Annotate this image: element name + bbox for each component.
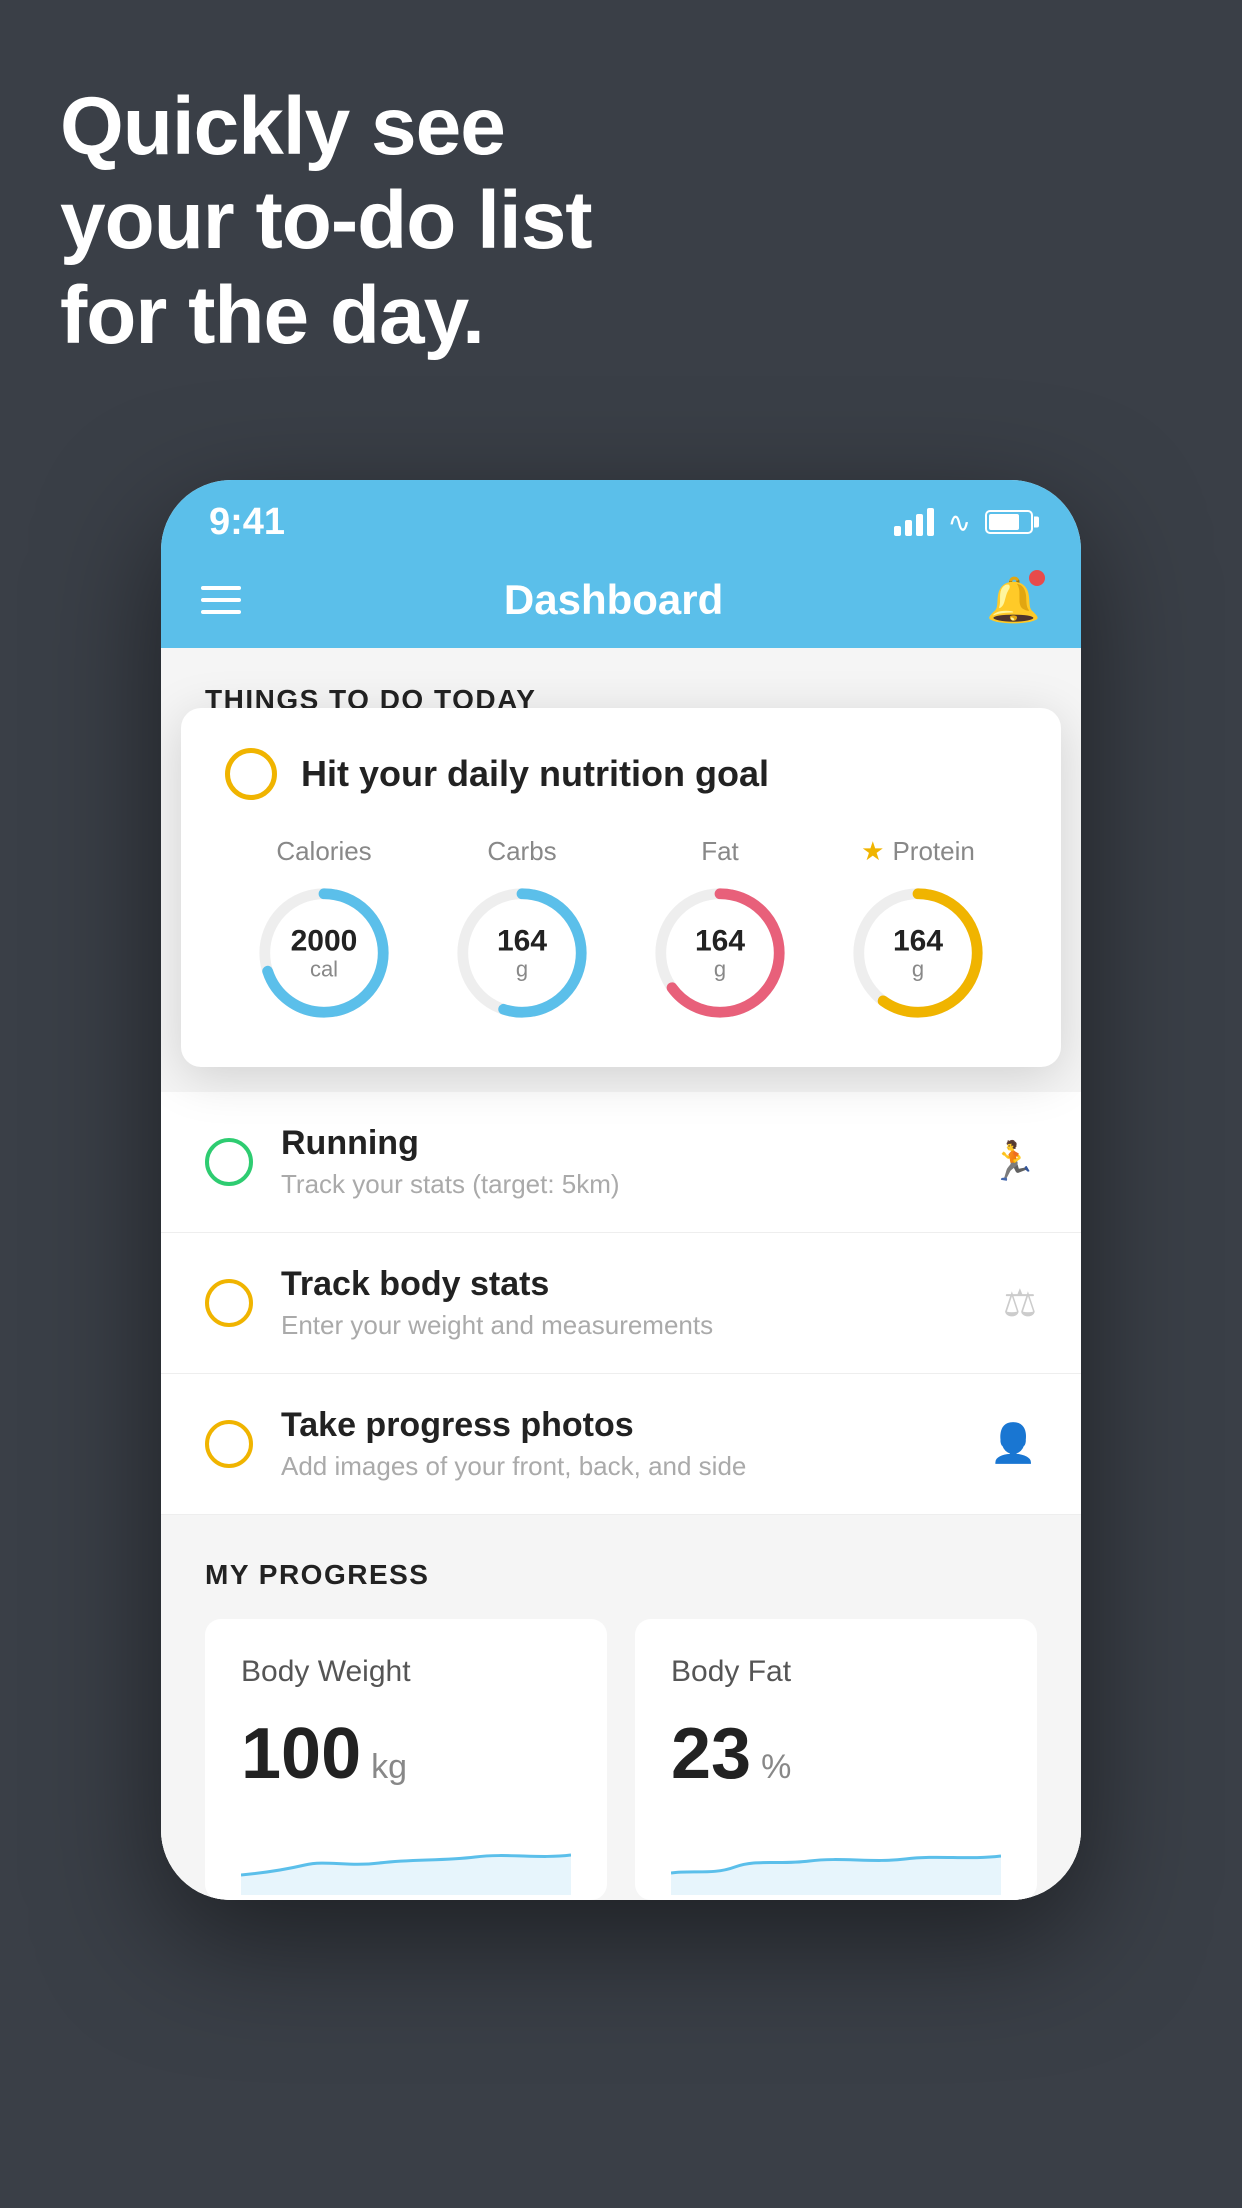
nutrition-card-header: Hit your daily nutrition goal — [225, 748, 1017, 800]
menu-button[interactable] — [201, 586, 241, 614]
nutrition-card-title: Hit your daily nutrition goal — [301, 753, 769, 795]
sparkline-chart — [671, 1815, 1001, 1895]
donut-value: 164 — [893, 924, 943, 957]
hero-line2: your to-do list — [60, 174, 592, 268]
todo-item-icon: ⚖ — [1003, 1281, 1037, 1326]
signal-icon — [894, 508, 934, 536]
status-bar: 9:41 ∿ — [161, 480, 1081, 552]
todo-item-subtitle: Enter your weight and measurements — [281, 1310, 975, 1341]
progress-card-unit: kg — [371, 1748, 407, 1787]
donut-value: 164 — [695, 924, 745, 957]
nav-bar: Dashboard 🔔 — [161, 552, 1081, 648]
macro-item: Fat 164 g — [650, 836, 790, 1023]
todo-text-wrap: Track body stats Enter your weight and m… — [281, 1265, 975, 1341]
macro-label: Fat — [701, 836, 739, 867]
donut-value: 2000 — [291, 924, 358, 957]
progress-card[interactable]: Body Fat 23 % — [635, 1619, 1037, 1900]
macro-item: Carbs 164 g — [452, 836, 592, 1023]
todo-text-wrap: Running Track your stats (target: 5km) — [281, 1124, 962, 1200]
phone-mockup: 9:41 ∿ Dashboard 🔔 — [161, 480, 1081, 1900]
macro-label: Carbs — [487, 836, 556, 867]
todo-check-circle[interactable] — [205, 1138, 253, 1186]
progress-card-number: 100 — [241, 1713, 361, 1795]
todo-item[interactable]: Take progress photos Add images of your … — [161, 1374, 1081, 1515]
macro-item: ★ Protein 164 g — [848, 836, 988, 1023]
hero-headline: Quickly see your to-do list for the day. — [60, 80, 592, 363]
progress-card-unit: % — [761, 1748, 791, 1787]
wifi-icon: ∿ — [948, 506, 971, 539]
todo-item-subtitle: Add images of your front, back, and side — [281, 1451, 962, 1482]
status-time: 9:41 — [209, 501, 285, 544]
sparkline-chart — [241, 1815, 571, 1895]
todo-item-icon: 🏃 — [990, 1140, 1037, 1184]
progress-cards: Body Weight 100 kg Body Fat 23 % — [205, 1619, 1037, 1900]
macros-row: Calories 2000 cal Carbs 164 g Fat — [225, 836, 1017, 1023]
macro-label: Calories — [276, 836, 371, 867]
donut-chart: 164 g — [452, 883, 592, 1023]
progress-section: MY PROGRESS Body Weight 100 kg Body Fat … — [161, 1515, 1081, 1900]
todo-item-title: Track body stats — [281, 1265, 975, 1304]
progress-card-title: Body Weight — [241, 1655, 571, 1689]
progress-card-number: 23 — [671, 1713, 751, 1795]
donut-value: 164 — [497, 924, 547, 957]
donut-unit: cal — [291, 957, 358, 981]
macro-label: Protein — [892, 836, 974, 867]
donut-unit: g — [695, 957, 745, 981]
hero-line3: for the day. — [60, 269, 592, 363]
notification-dot — [1029, 570, 1045, 586]
hero-line1: Quickly see — [60, 80, 592, 174]
todo-list: Running Track your stats (target: 5km) 🏃… — [161, 1092, 1081, 1515]
progress-title: MY PROGRESS — [205, 1559, 1037, 1591]
donut-chart: 164 g — [650, 883, 790, 1023]
progress-card-value-row: 23 % — [671, 1713, 1001, 1795]
donut-center: 2000 cal — [291, 924, 358, 981]
todo-item-title: Take progress photos — [281, 1406, 962, 1445]
sparkline-fill — [671, 1856, 1001, 1895]
progress-card-title: Body Fat — [671, 1655, 1001, 1689]
macro-item: Calories 2000 cal — [254, 836, 394, 1023]
donut-unit: g — [497, 957, 547, 981]
hamburger-line — [201, 586, 241, 590]
progress-card-value-row: 100 kg — [241, 1713, 571, 1795]
app-content: THINGS TO DO TODAY Hit your daily nutrit… — [161, 648, 1081, 1900]
donut-chart: 2000 cal — [254, 883, 394, 1023]
todo-item-title: Running — [281, 1124, 962, 1163]
nav-title: Dashboard — [504, 576, 723, 624]
status-icons: ∿ — [894, 506, 1033, 539]
hamburger-line — [201, 610, 241, 614]
todo-check-circle[interactable] — [205, 1279, 253, 1327]
notifications-button[interactable]: 🔔 — [986, 574, 1041, 626]
hamburger-line — [201, 598, 241, 602]
progress-card[interactable]: Body Weight 100 kg — [205, 1619, 607, 1900]
todo-item[interactable]: Track body stats Enter your weight and m… — [161, 1233, 1081, 1374]
donut-center: 164 g — [695, 924, 745, 981]
star-icon: ★ — [861, 836, 884, 867]
nutrition-card: Hit your daily nutrition goal Calories 2… — [181, 708, 1061, 1067]
todo-circle-nutrition[interactable] — [225, 748, 277, 800]
todo-text-wrap: Take progress photos Add images of your … — [281, 1406, 962, 1482]
battery-icon — [985, 510, 1033, 534]
donut-chart: 164 g — [848, 883, 988, 1023]
todo-item-subtitle: Track your stats (target: 5km) — [281, 1169, 962, 1200]
donut-center: 164 g — [893, 924, 943, 981]
todo-item[interactable]: Running Track your stats (target: 5km) 🏃 — [161, 1092, 1081, 1233]
donut-unit: g — [893, 957, 943, 981]
donut-center: 164 g — [497, 924, 547, 981]
todo-check-circle[interactable] — [205, 1420, 253, 1468]
todo-item-icon: 👤 — [990, 1422, 1037, 1466]
